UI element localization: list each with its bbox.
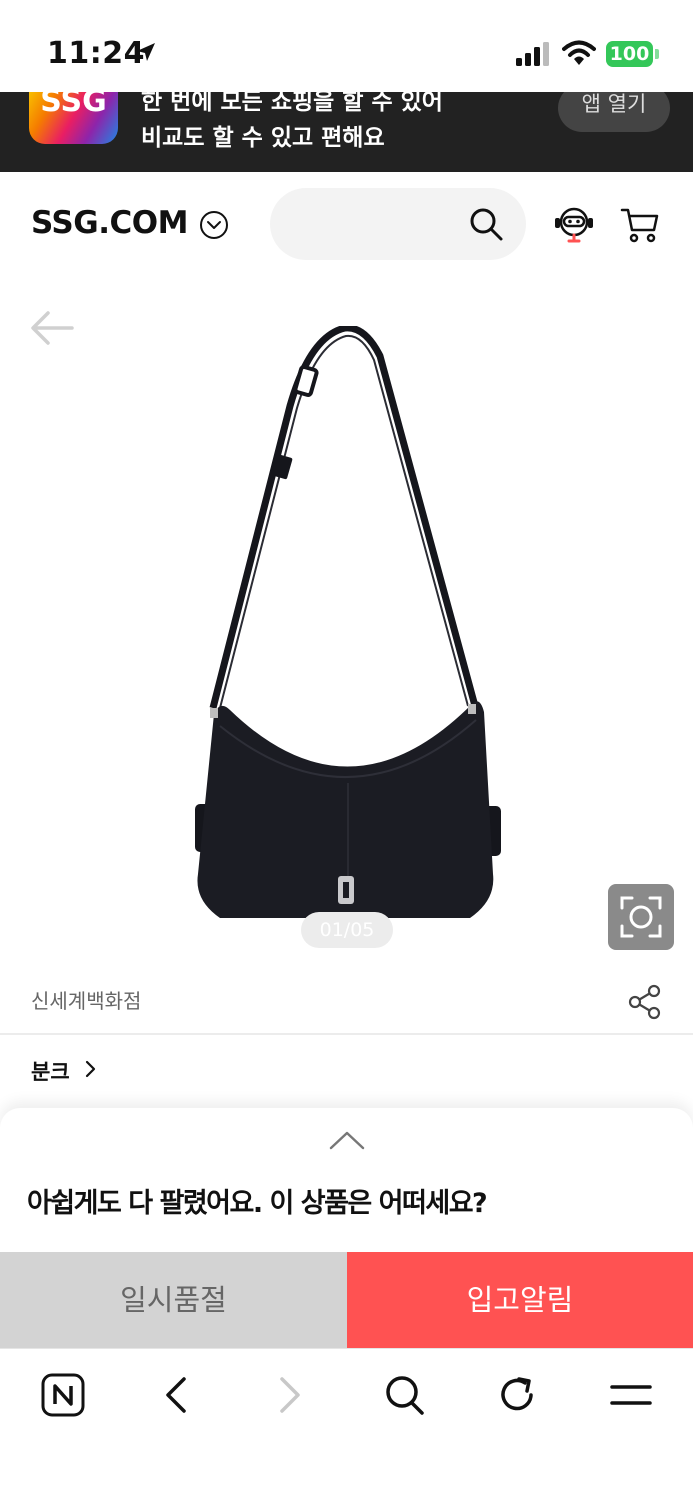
battery-indicator: 100: [606, 41, 659, 67]
soldout-button[interactable]: 일시품절: [0, 1252, 347, 1348]
app-install-banner[interactable]: SSG 한 번에 모든 쇼핑을 할 수 있어 비교도 할 수 있고 편해요 앱 …: [0, 92, 693, 172]
cart-icon[interactable]: [620, 206, 660, 244]
location-arrow-icon: [137, 43, 155, 61]
banner-text-line2: 비교도 할 수 있고 편해요: [141, 125, 385, 151]
ssg-app-logo: SSG: [29, 92, 118, 144]
share-icon[interactable]: [627, 983, 663, 1021]
chevron-right-icon[interactable]: [83, 1060, 97, 1078]
search-icon[interactable]: [468, 206, 504, 242]
menu-icon[interactable]: [609, 1373, 653, 1417]
reload-icon[interactable]: [497, 1373, 539, 1417]
naver-home-icon[interactable]: [41, 1373, 85, 1417]
browser-forward-icon[interactable]: [276, 1373, 304, 1417]
site-header: SSG.COM: [0, 172, 693, 276]
lens-search-icon: [620, 896, 662, 938]
clock: 11:24: [47, 36, 145, 71]
brand-link[interactable]: 분크: [31, 1056, 70, 1086]
battery-level: 100: [606, 41, 653, 67]
restock-notify-button[interactable]: 입고알림: [347, 1252, 693, 1348]
chevron-up-icon[interactable]: [328, 1128, 366, 1152]
browser-back-icon[interactable]: [162, 1373, 190, 1417]
battery-tip: [655, 49, 659, 59]
wifi-icon: [562, 40, 596, 65]
open-app-button[interactable]: 앱 열기: [558, 92, 670, 132]
customer-support-icon[interactable]: [553, 204, 595, 244]
banner-text-line1: 한 번에 모든 쇼핑을 할 수 있어: [141, 92, 443, 115]
soldout-message: 아쉽게도 다 팔렸어요. 이 상품은 어떠세요?: [27, 1188, 488, 1219]
browser-toolbar: [0, 1348, 693, 1500]
product-image-carousel[interactable]: 01/05: [0, 276, 693, 956]
image-counter: 01/05: [301, 912, 393, 948]
site-logo[interactable]: SSG.COM: [31, 205, 188, 241]
lens-search-button[interactable]: [608, 884, 674, 950]
seller-name: 신세계백화점: [31, 989, 142, 1013]
status-bar: 11:24 100: [0, 0, 693, 92]
signal-icon: [516, 42, 549, 66]
chevron-down-icon[interactable]: [199, 210, 229, 240]
app-logo-text: SSG: [40, 92, 107, 119]
soldout-bottom-sheet: 아쉽게도 다 팔렸어요. 이 상품은 어떠세요?: [0, 1108, 693, 1253]
browser-search-icon[interactable]: [384, 1373, 426, 1417]
section-divider: [0, 1033, 693, 1035]
back-arrow-icon[interactable]: [30, 310, 74, 346]
product-image: [195, 326, 501, 918]
